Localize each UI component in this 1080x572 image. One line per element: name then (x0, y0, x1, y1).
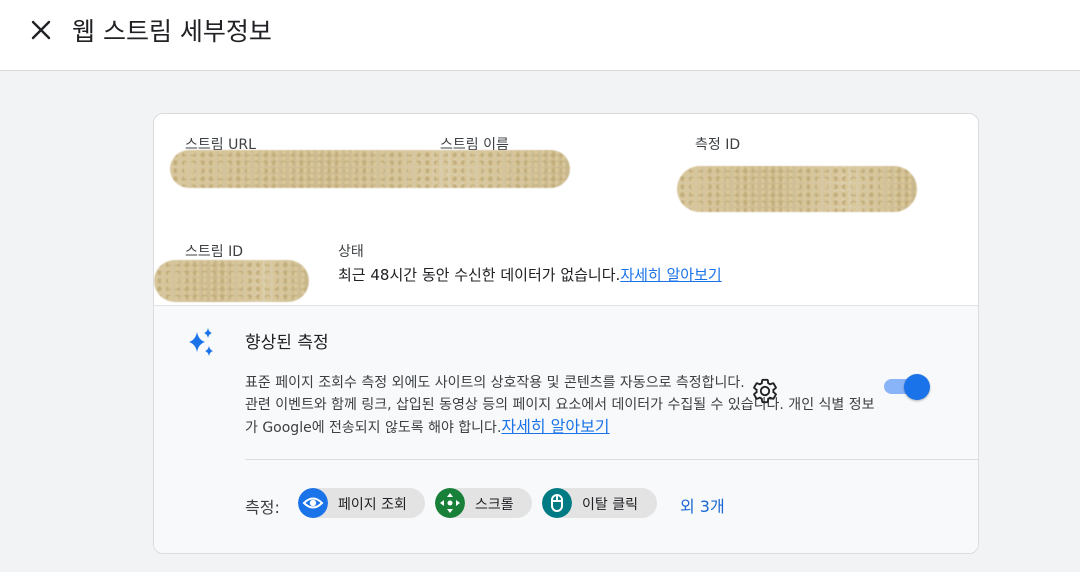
chip-label: 스크롤 (475, 497, 514, 513)
eye-icon (298, 488, 328, 518)
mouse-icon (542, 488, 572, 518)
measurement-id-label: 측정 ID (695, 137, 741, 153)
redacted-stream-id (154, 260, 309, 302)
status-learn-more-link[interactable]: 자세히 알아보기 (620, 266, 721, 284)
chip-page-views[interactable]: 페이지 조회 (298, 488, 425, 518)
stream-details-card: 스트림 URL 스트림 이름 측정 ID 스트림 ID 상태 최근 48시간 동… (153, 113, 979, 554)
status-value: 최근 48시간 동안 수신한 데이터가 없습니다.자세히 알아보기 (338, 264, 722, 285)
chip-label: 이탈 클릭 (582, 497, 638, 513)
enhanced-measurement-toggle[interactable] (882, 372, 932, 400)
chip-label: 페이지 조회 (338, 497, 407, 513)
status-label: 상태 (338, 244, 364, 260)
page-title: 웹 스트림 세부정보 (72, 17, 272, 46)
sparkle-icon (189, 328, 213, 356)
gear-icon[interactable] (751, 377, 779, 405)
status-text: 최근 48시간 동안 수신한 데이터가 없습니다. (338, 266, 621, 284)
enhanced-measurement-panel: 향상된 측정 표준 페이지 조회수 측정 외에도 사이트의 상호작용 및 콘텐츠… (154, 305, 978, 553)
stream-id-label: 스트림 ID (185, 244, 243, 260)
enhanced-learn-more-link[interactable]: 자세히 알아보기 (501, 417, 609, 436)
redacted-url-and-name (170, 150, 570, 188)
redacted-measurement-id (677, 166, 917, 212)
page-header: 웹 스트림 세부정보 (0, 0, 1080, 71)
close-icon[interactable] (26, 15, 56, 45)
divider (245, 459, 978, 460)
enhanced-measurement-title: 향상된 측정 (245, 333, 329, 353)
chip-scroll[interactable]: 스크롤 (435, 488, 532, 518)
more-events-link[interactable]: 외 3개 (680, 493, 725, 517)
scroll-arrows-icon (435, 488, 465, 518)
measuring-label: 측정: (245, 498, 280, 517)
enhanced-measurement-description: 표준 페이지 조회수 측정 외에도 사이트의 상호작용 및 콘텐츠를 자동으로 … (245, 372, 885, 439)
toggle-knob (904, 374, 930, 400)
chip-outbound-clicks[interactable]: 이탈 클릭 (542, 488, 657, 518)
